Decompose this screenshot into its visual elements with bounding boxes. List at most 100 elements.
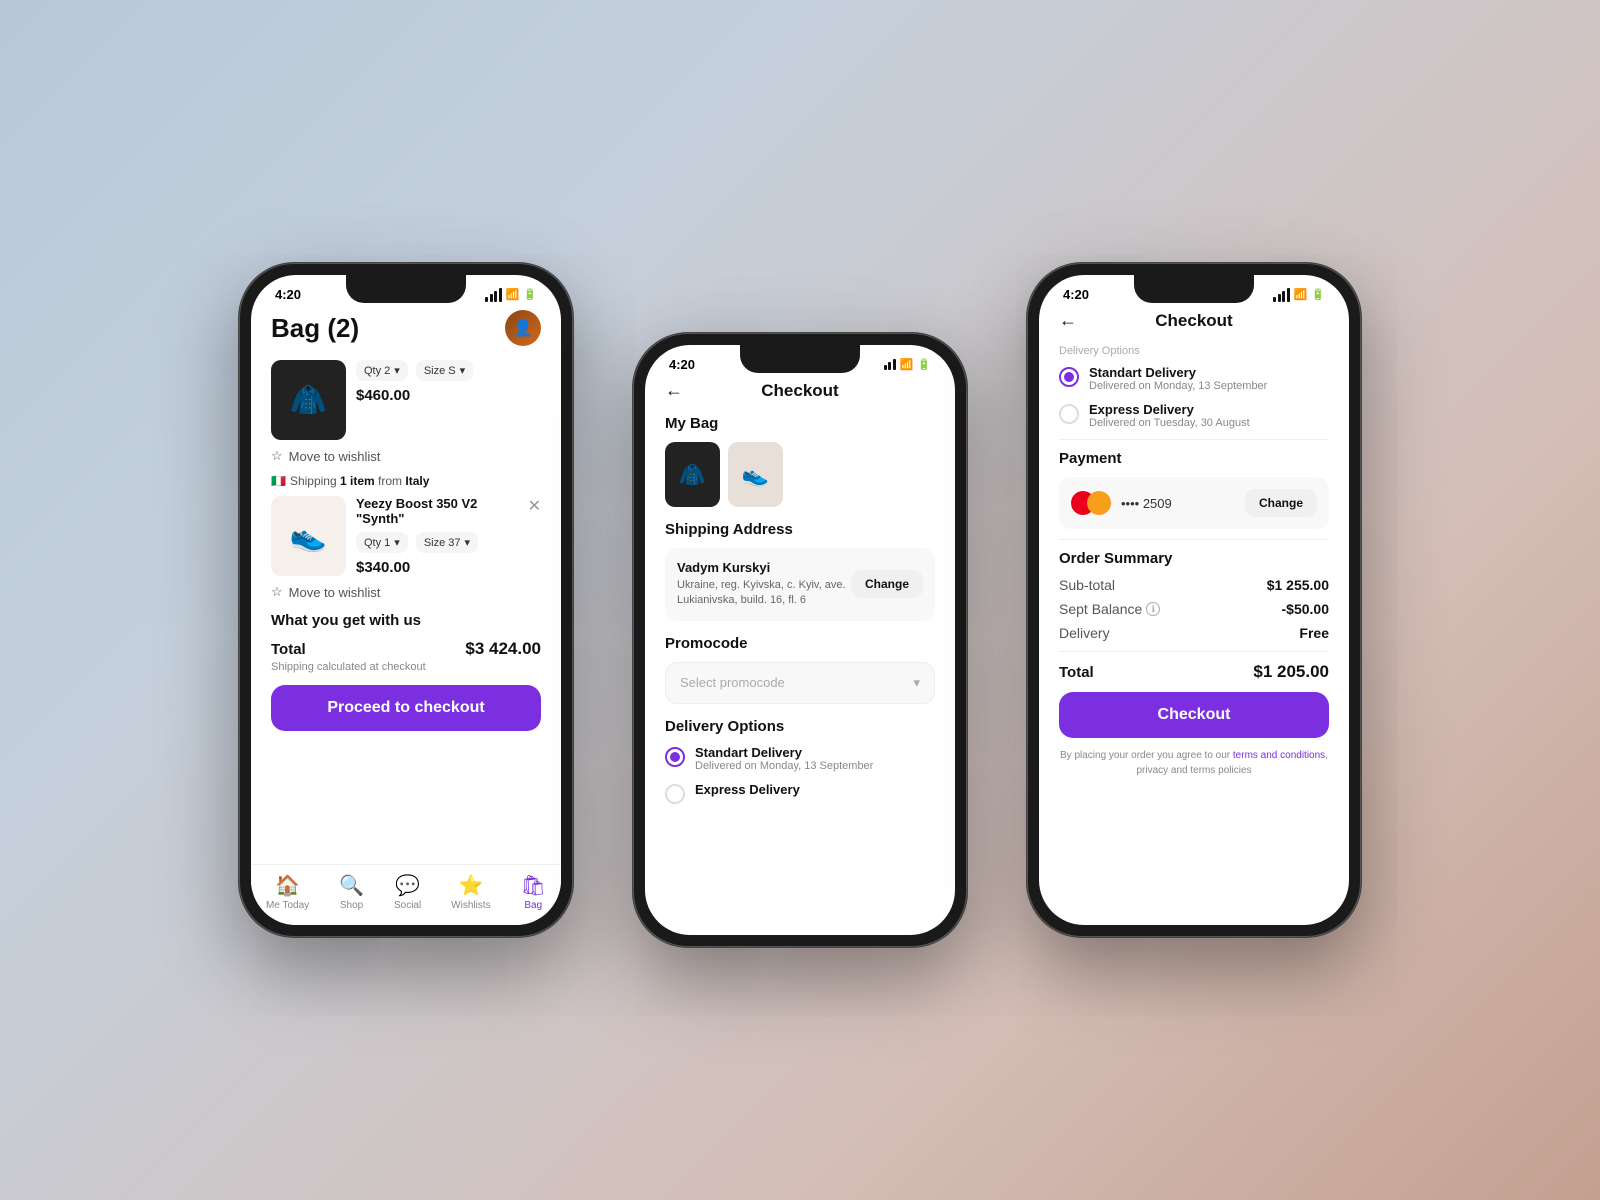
status-icons-2: 📶 🔋 bbox=[884, 358, 931, 371]
checkout-header-3: ← Checkout bbox=[1059, 306, 1329, 331]
shipping-note: Shipping calculated at checkout bbox=[271, 661, 541, 673]
back-button-3[interactable]: ← bbox=[1059, 310, 1077, 331]
delivery-options-fade-label: Delivery Options bbox=[1059, 345, 1329, 357]
delivery-option-info-standart-3: Standart Delivery Delivered on Monday, 1… bbox=[1089, 365, 1267, 392]
address-text: Ukraine, reg. Kyivska, c. Kyiv, ave. Luk… bbox=[677, 578, 851, 609]
chevron-down-icon: ▾ bbox=[913, 675, 920, 691]
payment-label: Payment bbox=[1059, 450, 1329, 467]
total-summary-label: Total bbox=[1059, 664, 1094, 681]
payment-row: •••• 2509 Change bbox=[1059, 477, 1329, 529]
bag-icon: 🛍 bbox=[521, 873, 546, 898]
phone-bag: 4:20 📶 🔋 Bag (2) 👤 bbox=[239, 263, 573, 937]
what-you-get-title: What you get with us bbox=[271, 612, 541, 629]
nav-wishlists[interactable]: ⭐ Wishlists bbox=[451, 873, 490, 911]
notch-1 bbox=[346, 275, 466, 303]
battery-icon-3: 🔋 bbox=[1311, 288, 1325, 301]
balance-label: Sept Balance ℹ bbox=[1059, 601, 1160, 617]
delivery-option-express-2[interactable]: Express Delivery bbox=[665, 782, 935, 804]
checkout-header-2: ← Checkout bbox=[665, 376, 935, 401]
bag-thumbnails: 🧥 👟 bbox=[665, 442, 935, 507]
home-icon: 🏠 bbox=[275, 873, 300, 898]
phone-checkout: 4:20 📶 🔋 ← Checkout My Bag 🧥 👟 bbox=[633, 333, 967, 947]
shipping-address-label: Shipping Address bbox=[665, 521, 935, 538]
subtotal-label: Sub-total bbox=[1059, 577, 1115, 593]
product-row-2: 👟 Yeezy Boost 350 V2 "Synth" ✕ Qty 1 ▾ bbox=[271, 496, 541, 576]
nav-label-wishlists: Wishlists bbox=[451, 900, 490, 911]
wifi-icon-3: 📶 bbox=[1294, 288, 1308, 301]
delivery-option-info-express-3: Express Delivery Delivered on Tuesday, 3… bbox=[1089, 402, 1250, 429]
delivery-option-standart-2[interactable]: Standart Delivery Delivered on Monday, 1… bbox=[665, 745, 935, 772]
social-icon: 💬 bbox=[395, 873, 420, 898]
wishlist-icon: ⭐ bbox=[458, 873, 483, 898]
bag-header: Bag (2) 👤 bbox=[271, 306, 541, 346]
payment-section: Payment •••• 2509 Change bbox=[1059, 450, 1329, 529]
qty-selector-1[interactable]: Qty 2 ▾ bbox=[356, 360, 408, 381]
nav-label-social: Social bbox=[394, 900, 421, 911]
battery-icon-1: 🔋 bbox=[523, 288, 537, 301]
signal-icon-1 bbox=[485, 288, 502, 302]
proceed-checkout-button[interactable]: Proceed to checkout bbox=[271, 685, 541, 731]
divider-3 bbox=[1059, 651, 1329, 652]
change-payment-button[interactable]: Change bbox=[1245, 489, 1317, 517]
selectors-2: Qty 1 ▾ Size 37 ▾ bbox=[356, 532, 541, 553]
radio-standart-3[interactable] bbox=[1059, 367, 1079, 387]
summary-screen: ← Checkout Delivery Options Standart Del… bbox=[1039, 306, 1349, 921]
delivery-option-standart-3[interactable]: Standart Delivery Delivered on Monday, 1… bbox=[1059, 365, 1329, 392]
bottom-nav: 🏠 Me Today 🔍 Shop 💬 Social ⭐ Wishlists 🛍… bbox=[251, 864, 561, 925]
order-summary-label: Order Summary bbox=[1059, 550, 1329, 567]
promo-section: Promocode Select promocode ▾ bbox=[665, 635, 935, 704]
battery-icon-2: 🔋 bbox=[917, 358, 931, 371]
terms-link[interactable]: terms and conditions bbox=[1233, 750, 1325, 761]
total-section: Total $3 424.00 Shipping calculated at c… bbox=[271, 639, 541, 731]
radio-express-2[interactable] bbox=[665, 784, 685, 804]
signal-icon-2 bbox=[884, 359, 896, 370]
radio-express-3[interactable] bbox=[1059, 404, 1079, 424]
promocode-selector[interactable]: Select promocode ▾ bbox=[665, 662, 935, 704]
nav-bag[interactable]: 🛍 Bag bbox=[521, 873, 546, 911]
summary-row-balance: Sept Balance ℹ -$50.00 bbox=[1059, 601, 1329, 617]
nav-shop[interactable]: 🔍 Shop bbox=[339, 873, 364, 911]
balance-value: -$50.00 bbox=[1282, 601, 1329, 617]
time-2: 4:20 bbox=[669, 357, 695, 372]
signal-icon-3 bbox=[1273, 288, 1290, 302]
delivery-option-info-express-2: Express Delivery bbox=[695, 782, 800, 797]
nav-social[interactable]: 💬 Social bbox=[394, 873, 421, 911]
total-amount: $3 424.00 bbox=[465, 639, 541, 659]
total-summary-row: Total $1 205.00 bbox=[1059, 662, 1329, 682]
delivery-date-express-3: Delivered on Tuesday, 30 August bbox=[1089, 417, 1250, 429]
user-avatar[interactable]: 👤 bbox=[505, 310, 541, 346]
nav-label-me-today: Me Today bbox=[266, 900, 309, 911]
radio-standart-2[interactable] bbox=[665, 747, 685, 767]
mastercard-icon bbox=[1071, 491, 1111, 515]
checkout-title-2: Checkout bbox=[693, 381, 907, 401]
delivery-options-label-2: Delivery Options bbox=[665, 718, 935, 735]
phone-summary: 4:20 📶 🔋 ← Checkout Delivery Options bbox=[1027, 263, 1361, 937]
terms-text: By placing your order you agree to our t… bbox=[1059, 748, 1329, 778]
wishlist-2[interactable]: ☆ Move to wishlist bbox=[271, 584, 541, 600]
summary-row-subtotal: Sub-total $1 255.00 bbox=[1059, 577, 1329, 593]
address-card: Vadym Kurskyi Ukraine, reg. Kyivska, c. … bbox=[665, 548, 935, 621]
time-3: 4:20 bbox=[1063, 287, 1089, 302]
product-price-1: $460.00 bbox=[356, 387, 541, 404]
product-card-1: 🧥 Qty 2 ▾ Size S ▾ bbox=[271, 360, 541, 464]
remove-product-2[interactable]: ✕ bbox=[528, 496, 541, 516]
product-row-1: 🧥 Qty 2 ▾ Size S ▾ bbox=[271, 360, 541, 440]
wifi-icon-1: 📶 bbox=[506, 288, 520, 301]
nav-me-today[interactable]: 🏠 Me Today bbox=[266, 873, 309, 911]
delivery-name-express-2: Express Delivery bbox=[695, 782, 800, 797]
selectors-1: Qty 2 ▾ Size S ▾ bbox=[356, 360, 541, 381]
thumb-2: 👟 bbox=[728, 442, 783, 507]
product-image-2: 👟 bbox=[271, 496, 346, 576]
divider-1 bbox=[1059, 439, 1329, 440]
delivery-option-info-standart-2: Standart Delivery Delivered on Monday, 1… bbox=[695, 745, 873, 772]
qty-selector-2[interactable]: Qty 1 ▾ bbox=[356, 532, 408, 553]
checkout-button-3[interactable]: Checkout bbox=[1059, 692, 1329, 738]
size-selector-1[interactable]: Size S ▾ bbox=[416, 360, 473, 381]
change-address-button[interactable]: Change bbox=[851, 570, 923, 598]
back-button-2[interactable]: ← bbox=[665, 380, 683, 401]
notch-3 bbox=[1134, 275, 1254, 303]
size-selector-2[interactable]: Size 37 ▾ bbox=[416, 532, 478, 553]
wishlist-1[interactable]: ☆ Move to wishlist bbox=[271, 448, 541, 464]
nav-label-bag: Bag bbox=[524, 900, 542, 911]
delivery-option-express-3[interactable]: Express Delivery Delivered on Tuesday, 3… bbox=[1059, 402, 1329, 429]
